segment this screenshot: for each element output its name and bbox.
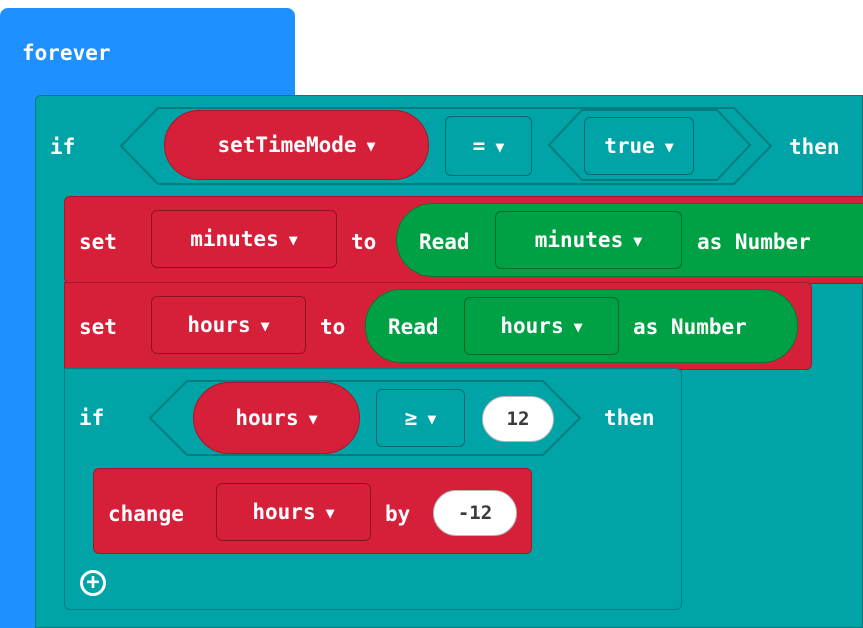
true-dropdown[interactable]: true ▼ <box>584 117 694 175</box>
minutes-variable-dropdown[interactable]: minutes ▼ <box>151 210 337 268</box>
read-label: Read <box>419 230 470 254</box>
hours-variable[interactable]: hours ▼ <box>193 382 360 454</box>
chevron-down-icon: ▼ <box>325 504 335 522</box>
setTimeMode-variable[interactable]: setTimeMode ▼ <box>164 110 429 180</box>
number-input-minus-12[interactable]: -12 <box>433 490 517 536</box>
change-variable-dropdown[interactable]: hours ▼ <box>216 483 371 541</box>
if-label-outer: if <box>50 135 76 159</box>
read-label: Read <box>388 315 439 339</box>
operator-label: = <box>472 134 486 158</box>
chevron-down-icon: ▼ <box>573 318 583 336</box>
operator-dropdown-inner[interactable]: ≥ ▼ <box>376 389 465 447</box>
set-label: set <box>79 230 117 254</box>
read-variable-name: minutes <box>534 228 624 252</box>
variable-name: hours <box>235 406 299 430</box>
variable-name: minutes <box>190 227 279 251</box>
by-label: by <box>385 502 411 526</box>
chevron-down-icon: ▼ <box>308 410 318 428</box>
chevron-down-icon: ▼ <box>664 138 674 156</box>
boolean-value: true <box>604 134 655 158</box>
if-inner-notch-fill <box>96 466 98 467</box>
read-minutes-dropdown[interactable]: minutes ▼ <box>495 211 682 269</box>
change-label: change <box>108 502 184 526</box>
chevron-down-icon: ▼ <box>495 138 505 156</box>
hours-variable-dropdown[interactable]: hours ▼ <box>151 296 306 354</box>
number-input-12[interactable]: 12 <box>482 396 554 442</box>
as-number-label: as Number <box>633 315 747 339</box>
add-else-icon[interactable]: + <box>80 570 106 596</box>
variable-name: hours <box>187 313 251 337</box>
read-hours-dropdown[interactable]: hours ▼ <box>464 297 619 355</box>
operator-dropdown-outer[interactable]: = ▼ <box>445 116 532 176</box>
set-label: set <box>79 315 117 339</box>
chevron-down-icon: ▼ <box>366 137 376 155</box>
then-label-outer: then <box>789 135 840 159</box>
operator-label: ≥ <box>404 406 418 430</box>
read-variable-name: hours <box>500 314 564 338</box>
chevron-down-icon: ▼ <box>427 410 437 428</box>
if-label-inner: if <box>79 406 105 430</box>
forever-label: forever <box>22 41 111 65</box>
chevron-down-icon: ▼ <box>260 317 270 335</box>
plus-glyph: + <box>86 570 100 595</box>
chevron-down-icon: ▼ <box>288 231 298 249</box>
as-number-label: as Number <box>697 230 811 254</box>
variable-name: setTimeMode <box>217 133 357 157</box>
to-label: to <box>320 315 346 339</box>
then-label-inner: then <box>604 406 655 430</box>
chevron-down-icon: ▼ <box>633 232 643 250</box>
variable-name: hours <box>252 500 316 524</box>
to-label: to <box>351 230 377 254</box>
